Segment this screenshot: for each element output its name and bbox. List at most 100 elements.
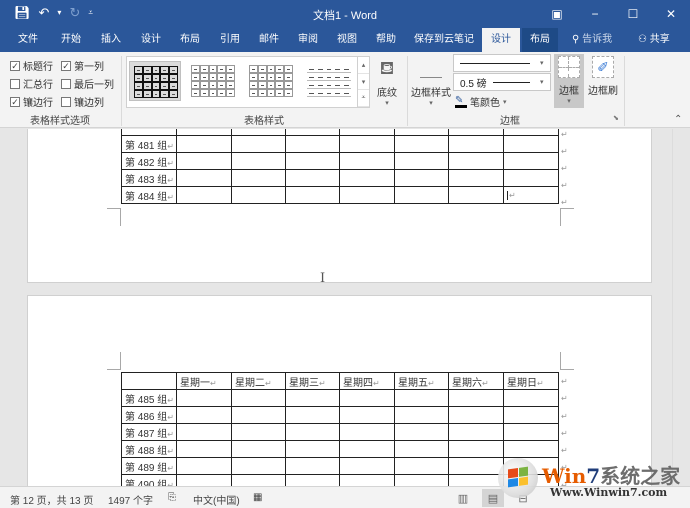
row-label[interactable]: 第 481 组↵ [121, 135, 177, 153]
tab-table-layout[interactable]: 布局 [522, 28, 558, 52]
macro-recording-icon[interactable]: ▦ [253, 492, 262, 503]
text-cursor-cell[interactable]: ↵ [503, 186, 559, 204]
row-label[interactable]: 第 488 组↵ [121, 440, 177, 458]
header-cell[interactable]: 星期二↵ [231, 372, 286, 390]
group-separator [624, 56, 625, 126]
checkbox-banded-columns[interactable]: 镶边列 [61, 94, 104, 109]
document-area: 第 481 组↵ 第 482 组↵ 第 483 组↵ 第 484 组↵ ↵ ↵ ↵… [0, 129, 672, 486]
tab-layout[interactable]: 布局 [176, 28, 204, 52]
row-label[interactable]: 第 485 组↵ [121, 389, 177, 407]
border-styles-button[interactable]: 边框样式 ▾ [411, 58, 451, 107]
table-header-row: 星期一↵ 星期二↵ 星期三↵ 星期四↵ 星期五↵ 星期六↵ 星期日↵ [121, 372, 559, 390]
windows-flag-icon [508, 466, 528, 488]
header-cell[interactable]: 星期五↵ [394, 372, 449, 390]
header-cell[interactable]: 星期六↵ [448, 372, 504, 390]
tab-save-to-cloud-notes[interactable]: 保存到云笔记 [410, 28, 478, 52]
tell-me-search[interactable]: ⚲ 告诉我 [568, 28, 616, 52]
dialog-launcher-icon[interactable]: ⬊ [613, 114, 619, 122]
tab-file[interactable]: 文件 [14, 28, 42, 52]
checkbox-banded-rows[interactable]: ✓ 镶边行 [10, 94, 53, 109]
checkbox-header-row[interactable]: ✓ 标题行 [10, 58, 53, 73]
shading-button[interactable]: ⛾ 底纹 ▾ [374, 58, 400, 107]
proofing-icon[interactable]: ⎘ [168, 492, 176, 503]
checkbox-empty-icon [61, 96, 71, 107]
checkbox-total-row[interactable]: 汇总行 [10, 76, 53, 91]
line-weight-preview [492, 81, 530, 83]
row-label[interactable]: 第 482 组↵ [121, 152, 177, 170]
watermark-logo: Win7系统之家 Www.Winwin7.com [498, 456, 688, 502]
gallery-scroll-down-icon[interactable]: ▾ [358, 74, 369, 91]
pen-color-button[interactable]: ✎ 笔颜色 ▾ [455, 94, 507, 109]
table-row: 第 490 组↵ [121, 474, 559, 486]
row-label[interactable]: 第 490 组↵ [121, 474, 177, 486]
ibeam-cursor-icon: I [320, 271, 326, 286]
header-cell[interactable]: 星期三↵ [285, 372, 340, 390]
minimize-button[interactable]: − [576, 0, 614, 28]
borders-grid-icon [558, 56, 580, 78]
share-button[interactable]: ⚇ 共享 [634, 28, 674, 52]
checkbox-empty-icon [10, 78, 20, 89]
page-12: 第 481 组↵ 第 482 组↵ 第 483 组↵ 第 484 组↵ ↵ ↵ ↵… [27, 129, 652, 283]
chevron-down-icon: ▾ [567, 98, 571, 105]
ribbon-display-options-button[interactable]: ▣ [538, 0, 576, 28]
gallery-scroll-up-icon[interactable]: ▴ [358, 57, 369, 74]
checkbox-empty-icon [61, 78, 71, 89]
page-count-status[interactable]: 第 12 页，共 13 页 [10, 492, 93, 507]
tab-insert[interactable]: 插入 [97, 28, 125, 52]
read-mode-view-button[interactable]: ▥ [452, 489, 474, 507]
table-style-plain[interactable] [303, 61, 355, 101]
checkbox-first-column[interactable]: ✓ 第一列 [61, 58, 104, 73]
crop-mark [560, 208, 574, 226]
language-status[interactable]: 中文(中国) [193, 492, 240, 507]
header-cell[interactable]: 星期一↵ [176, 372, 232, 390]
header-cell[interactable]: 星期日↵ [503, 372, 559, 390]
person-icon: ⚇ [638, 34, 647, 45]
line-weight-dropdown[interactable]: 0.5 磅 ▾ [453, 73, 551, 91]
table-row: 第 487 组↵ [121, 423, 559, 441]
tab-references[interactable]: 引用 [216, 28, 244, 52]
borders-button[interactable]: 边框 ▾ [554, 54, 584, 108]
row-label[interactable]: 第 483 组↵ [121, 169, 177, 187]
tab-home[interactable]: 开始 [57, 28, 85, 52]
table-row: 第 483 组↵ [121, 169, 559, 187]
word-count-status[interactable]: 1497 个字 [108, 492, 153, 507]
checkbox-checked-icon: ✓ [10, 96, 20, 107]
border-painter-button[interactable]: ✐ 边框刷 [587, 56, 619, 97]
line-style-preview [460, 62, 530, 64]
table-style-grid-dark[interactable] [129, 61, 181, 101]
tab-design[interactable]: 设计 [137, 28, 165, 52]
table-row: 第 489 组↵ [121, 457, 559, 475]
collapse-ribbon-icon[interactable]: ⌃ [674, 114, 682, 125]
table-page-13: 星期一↵ 星期二↵ 星期三↵ 星期四↵ 星期五↵ 星期六↵ 星期日↵ 第 485… [121, 372, 559, 486]
checkbox-checked-icon: ✓ [61, 60, 71, 71]
table-style-grid-light[interactable] [187, 61, 239, 101]
chevron-down-icon: ▾ [385, 100, 389, 107]
row-label[interactable]: 第 487 组↵ [121, 423, 177, 441]
tab-help[interactable]: 帮助 [372, 28, 400, 52]
border-painter-icon: ✐ [592, 56, 614, 78]
header-cell[interactable]: 星期四↵ [339, 372, 395, 390]
row-label[interactable]: 第 484 组↵ [121, 186, 177, 204]
group-label-table-style-options: 表格样式选项 [30, 116, 90, 127]
chevron-down-icon: ▾ [429, 100, 433, 107]
line-style-dropdown[interactable]: ▾ [453, 54, 551, 72]
table-row: 第 486 组↵ [121, 406, 559, 424]
tab-table-design[interactable]: 设计 [482, 28, 520, 52]
text-cursor: ↵ [507, 190, 516, 200]
table-page-12: 第 481 组↵ 第 482 组↵ 第 483 组↵ 第 484 组↵ ↵ [121, 129, 559, 204]
tab-mailings[interactable]: 邮件 [255, 28, 283, 52]
search-icon: ⚲ [572, 34, 580, 45]
tab-review[interactable]: 审阅 [294, 28, 322, 52]
row-label[interactable]: 第 486 组↵ [121, 406, 177, 424]
crop-mark [107, 208, 121, 226]
gallery-more-icon[interactable]: ⩡ [358, 90, 369, 108]
table-style-grid-light-2[interactable] [245, 61, 297, 101]
ribbon-tabs: 文件 开始 插入 设计 布局 引用 邮件 审阅 视图 帮助 保存到云笔记 设计 … [0, 28, 690, 52]
row-label[interactable]: 第 489 组↵ [121, 457, 177, 475]
table-row: 第 482 组↵ [121, 152, 559, 170]
vertical-scrollbar[interactable] [672, 129, 690, 486]
checkbox-last-column[interactable]: 最后一列 [61, 76, 114, 91]
close-button[interactable]: ✕ [652, 0, 690, 28]
tab-view[interactable]: 视图 [333, 28, 361, 52]
maximize-button[interactable]: ☐ [614, 0, 652, 28]
